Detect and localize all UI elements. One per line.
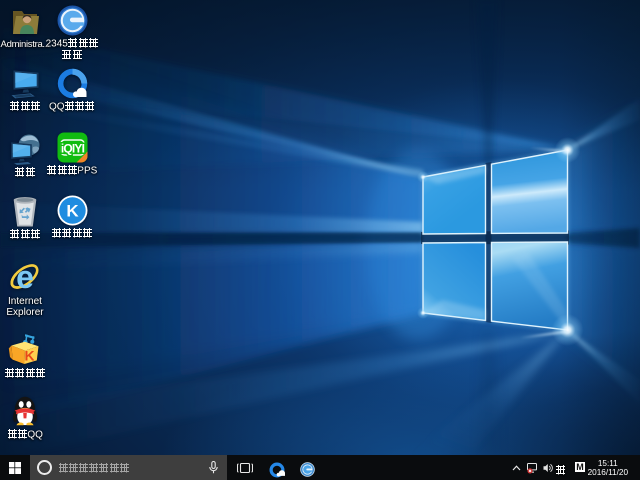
svg-text:K: K: [66, 202, 79, 221]
svg-text:K: K: [24, 348, 34, 364]
svg-text:iQIYI: iQIYI: [60, 142, 84, 156]
svg-text:e: e: [16, 260, 34, 294]
